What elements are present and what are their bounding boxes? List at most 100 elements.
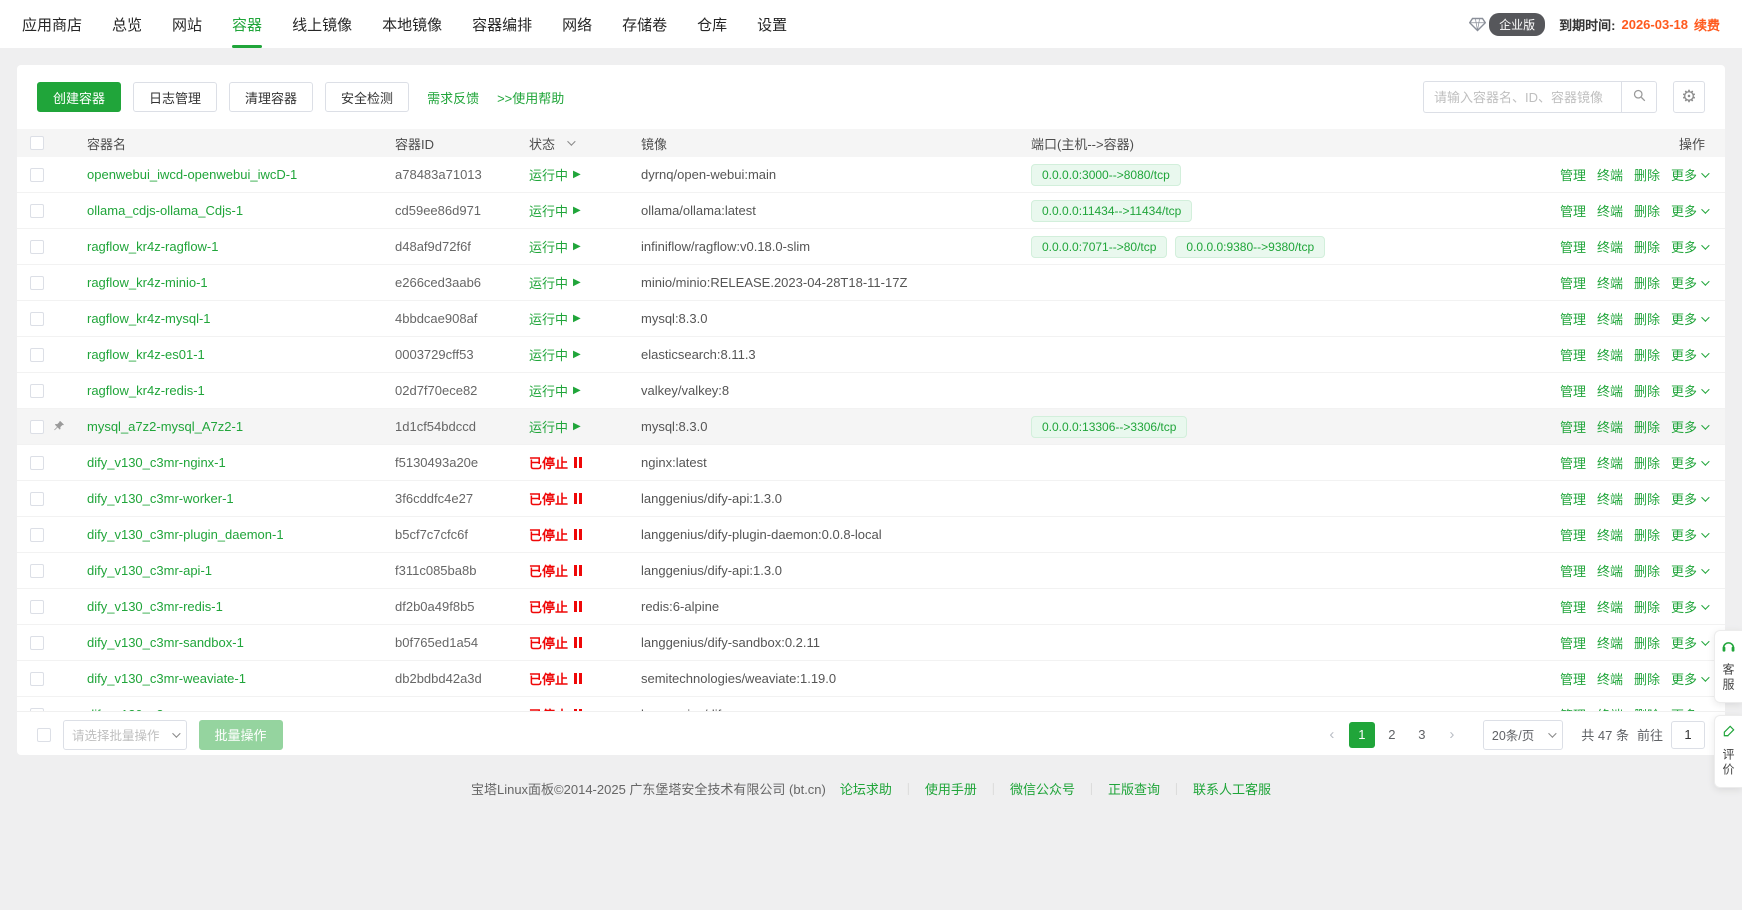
delete-link[interactable]: 删除 [1634,165,1660,184]
row-checkbox[interactable] [30,564,44,578]
manage-link[interactable]: 管理 [1560,489,1586,508]
batch-apply-button[interactable]: 批量操作 [199,720,283,750]
delete-link[interactable]: 删除 [1634,417,1660,436]
manage-link[interactable]: 管理 [1560,165,1586,184]
search-input[interactable] [1423,81,1621,113]
row-checkbox[interactable] [30,456,44,470]
footer-link[interactable]: 联系人工客服 [1193,782,1271,797]
manage-link[interactable]: 管理 [1560,273,1586,292]
manage-link[interactable]: 管理 [1560,453,1586,472]
terminal-link[interactable]: 终端 [1597,525,1623,544]
terminal-link[interactable]: 终端 [1597,489,1623,508]
pause-icon[interactable] [574,457,577,468]
play-icon[interactable]: ▶ [573,205,581,216]
container-name-link[interactable]: ragflow_kr4z-es01-1 [87,347,205,362]
nav-tab[interactable]: 存储卷 [622,0,667,48]
more-link[interactable]: 更多 [1671,381,1707,400]
terminal-link[interactable]: 终端 [1597,561,1623,580]
row-checkbox[interactable] [30,384,44,398]
nav-tab[interactable]: 本地镜像 [382,0,442,48]
delete-link[interactable]: 删除 [1634,489,1660,508]
create-container-button[interactable]: 创建容器 [37,82,121,112]
delete-link[interactable]: 删除 [1634,453,1660,472]
page-size-select[interactable]: 20条/页 [1483,720,1563,750]
play-icon[interactable]: ▶ [573,241,581,252]
manage-link[interactable]: 管理 [1560,345,1586,364]
footer-link[interactable]: 论坛求助 [840,782,892,797]
manage-link[interactable]: 管理 [1560,561,1586,580]
container-name-link[interactable]: dify_v130_c3mr-plugin_daemon-1 [87,527,284,542]
delete-link[interactable]: 删除 [1634,561,1660,580]
delete-link[interactable]: 删除 [1634,525,1660,544]
search-button[interactable] [1621,81,1657,113]
terminal-link[interactable]: 终端 [1597,381,1623,400]
row-checkbox[interactable] [30,636,44,650]
delete-link[interactable]: 删除 [1634,597,1660,616]
terminal-link[interactable]: 终端 [1597,165,1623,184]
goto-page-input[interactable] [1671,721,1705,749]
row-checkbox[interactable] [30,420,44,434]
manage-link[interactable]: 管理 [1560,309,1586,328]
delete-link[interactable]: 删除 [1634,273,1660,292]
feedback-link[interactable]: 需求反馈 [427,88,479,107]
more-link[interactable]: 更多 [1671,597,1707,616]
terminal-link[interactable]: 终端 [1597,309,1623,328]
delete-link[interactable]: 删除 [1634,309,1660,328]
nav-tab[interactable]: 网站 [172,0,202,48]
terminal-link[interactable]: 终端 [1597,345,1623,364]
more-link[interactable]: 更多 [1671,669,1707,688]
select-all-checkbox[interactable] [30,136,44,150]
more-link[interactable]: 更多 [1671,201,1707,220]
more-link[interactable]: 更多 [1671,345,1707,364]
footer-select-all-checkbox[interactable] [37,728,51,742]
play-icon[interactable]: ▶ [573,277,581,288]
container-name-link[interactable]: dify_v130_c3mr-sandbox-1 [87,635,244,650]
pause-icon[interactable] [574,529,577,540]
settings-button[interactable]: ⚙ [1673,81,1705,113]
row-checkbox[interactable] [30,492,44,506]
nav-tab[interactable]: 设置 [757,0,787,48]
nav-tab[interactable]: 应用商店 [22,0,82,48]
row-checkbox[interactable] [30,204,44,218]
nav-tab[interactable]: 网络 [562,0,592,48]
row-checkbox[interactable] [30,240,44,254]
renew-link[interactable]: 续费 [1694,15,1720,34]
more-link[interactable]: 更多 [1671,453,1707,472]
footer-link[interactable]: 正版查询 [1108,782,1160,797]
nav-tab[interactable]: 容器编排 [472,0,532,48]
more-link[interactable]: 更多 [1671,561,1707,580]
container-name-link[interactable]: dify_v130_c3mr-worker-1 [87,491,234,506]
terminal-link[interactable]: 终端 [1597,237,1623,256]
container-name-link[interactable]: dify_v130_c3mr-weaviate-1 [87,671,246,686]
container-name-link[interactable]: dify_v130_c3mr-nginx-1 [87,455,226,470]
container-name-link[interactable]: dify_v130_c3mr-api-1 [87,563,212,578]
manage-link[interactable]: 管理 [1560,633,1586,652]
nav-tab[interactable]: 容器 [232,0,262,48]
container-name-link[interactable]: ragflow_kr4z-redis-1 [87,383,205,398]
more-link[interactable]: 更多 [1671,237,1707,256]
clean-container-button[interactable]: 清理容器 [229,82,313,112]
terminal-link[interactable]: 终端 [1597,417,1623,436]
terminal-link[interactable]: 终端 [1597,633,1623,652]
footer-link[interactable]: 微信公众号 [1010,782,1075,797]
container-name-link[interactable]: openwebui_iwcd-openwebui_iwcD-1 [87,167,297,182]
manage-link[interactable]: 管理 [1560,381,1586,400]
customer-service-button[interactable]: 客服 [1714,630,1742,703]
more-link[interactable]: 更多 [1671,417,1707,436]
page-number-button[interactable]: 2 [1379,722,1405,748]
pause-icon[interactable] [574,673,577,684]
more-link[interactable]: 更多 [1671,165,1707,184]
manage-link[interactable]: 管理 [1560,417,1586,436]
more-link[interactable]: 更多 [1671,525,1707,544]
row-checkbox[interactable] [30,672,44,686]
container-name-link[interactable]: ragflow_kr4z-minio-1 [87,275,208,290]
container-name-link[interactable]: mysql_a7z2-mysql_A7z2-1 [87,419,243,434]
play-icon[interactable]: ▶ [573,349,581,360]
nav-tab[interactable]: 总览 [112,0,142,48]
security-check-button[interactable]: 安全检测 [325,82,409,112]
manage-link[interactable]: 管理 [1560,669,1586,688]
play-icon[interactable]: ▶ [573,421,581,432]
feedback-rate-button[interactable]: 评价 [1714,715,1742,788]
terminal-link[interactable]: 终端 [1597,201,1623,220]
help-link[interactable]: >>使用帮助 [497,88,564,107]
